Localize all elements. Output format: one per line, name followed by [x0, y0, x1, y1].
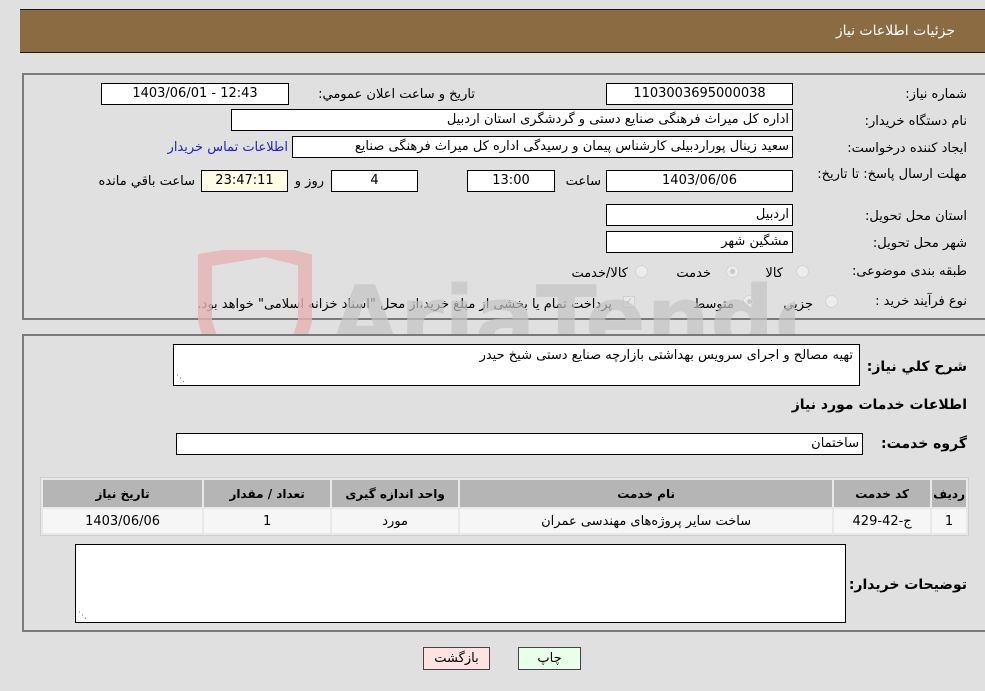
- service-group-field[interactable]: ساختمان: [176, 433, 863, 455]
- page-header: جزئیات اطلاعات نیاز: [20, 9, 985, 53]
- need-number-label: شماره نیاز:: [905, 87, 967, 102]
- purchase-type-radio-medium[interactable]: [743, 295, 756, 308]
- buyer-org-field[interactable]: اداره کل میراث فرهنگی صنایع دستی و گردشگ…: [231, 109, 793, 131]
- page-title: جزئیات اطلاعات نیاز: [835, 23, 955, 39]
- purchase-type-label: نوع فرآيند خريد :: [875, 294, 967, 309]
- category-label: طبقه بندی موضوعی:: [851, 264, 967, 279]
- description-textarea[interactable]: تهیه مصالح و اجرای سرویس بهداشتی بازارچه…: [173, 344, 860, 386]
- col-row-number: رديف: [932, 480, 966, 507]
- category-option-goods-service: کالا/خدمت: [571, 266, 628, 281]
- remaining-days-field: 4: [331, 170, 418, 192]
- announce-datetime-field[interactable]: 1403/06/01 - 12:43: [101, 83, 289, 105]
- table-row: 1 ج-42-429 ساخت سایر پروژه‌های مهندسی عم…: [43, 509, 966, 533]
- description-label: شرح کلي نياز:: [866, 359, 967, 375]
- col-need-date: تاريخ نياز: [43, 480, 203, 507]
- creator-field[interactable]: سعید زینال پوراردبیلی کارشناس پیمان و رس…: [292, 136, 793, 158]
- cell-quantity: 1: [204, 509, 331, 533]
- resize-grip-icon[interactable]: ⋱: [78, 612, 87, 621]
- table-header-row: رديف کد خدمت نام خدمت واحد اندازه گيری ت…: [43, 480, 966, 507]
- remaining-label: ساعت باقي مانده: [98, 174, 195, 189]
- deadline-date-field[interactable]: 1403/06/06: [606, 170, 793, 192]
- cell-need-date: 1403/06/06: [43, 509, 203, 533]
- purchase-type-option-minor: جزيي: [783, 297, 813, 312]
- treasury-note: پرداخت تمام یا بخشی از مبلغ خرید،از محل …: [197, 297, 612, 312]
- col-quantity: تعداد / مقدار: [204, 480, 331, 507]
- cell-unit: مورد: [332, 509, 459, 533]
- buyer-notes-textarea[interactable]: ⋱: [75, 544, 846, 623]
- description-text: تهیه مصالح و اجرای سرویس بهداشتی بازارچه…: [479, 348, 853, 363]
- col-service-code: کد خدمت: [834, 480, 931, 507]
- category-radio-goods-service[interactable]: [635, 265, 648, 278]
- days-label: روز و: [294, 174, 324, 189]
- cell-row-number: 1: [932, 509, 966, 533]
- category-radio-service[interactable]: [726, 265, 739, 278]
- category-option-goods: کالا: [765, 266, 783, 281]
- col-service-name: نام خدمت: [460, 480, 833, 507]
- deadline-label: مهلت ارسال پاسخ: تا تاریخ:: [817, 167, 967, 182]
- need-number-field[interactable]: 1103003695000038: [606, 83, 793, 105]
- purchase-type-radio-minor[interactable]: [825, 295, 838, 308]
- category-option-service: خدمت: [676, 266, 711, 281]
- services-table: رديف کد خدمت نام خدمت واحد اندازه گيری ت…: [40, 477, 969, 536]
- service-group-label: گروه خدمت:: [881, 436, 967, 452]
- buyer-org-label: نام دستگاه خريدار:: [864, 114, 967, 129]
- resize-grip-icon[interactable]: ⋱: [176, 375, 185, 384]
- remaining-time-field: 23:47:11: [201, 170, 288, 192]
- delivery-city-field[interactable]: مشگین شهر: [606, 231, 793, 253]
- delivery-city-label: شهر محل تحويل:: [872, 236, 967, 251]
- back-button[interactable]: بازگشت: [423, 647, 490, 670]
- announce-datetime-label: تاریخ و ساعت اعلان عمومي:: [318, 87, 475, 102]
- deadline-time-label: ساعت: [565, 174, 601, 189]
- delivery-province-field[interactable]: اردبیل: [606, 204, 793, 226]
- deadline-time-field[interactable]: 13:00: [467, 170, 555, 192]
- category-radio-goods[interactable]: [796, 265, 809, 278]
- treasury-checkbox[interactable]: ✓: [623, 296, 635, 308]
- delivery-province-label: استان محل تحويل:: [865, 209, 967, 224]
- services-heading: اطلاعات خدمات مورد نياز: [791, 397, 967, 413]
- creator-label: ايجاد کننده درخواست:: [847, 141, 967, 156]
- cell-service-code: ج-42-429: [834, 509, 931, 533]
- purchase-type-option-medium: متوسط: [693, 297, 734, 312]
- print-button[interactable]: چاپ: [518, 647, 581, 670]
- buyer-contact-link[interactable]: اطلاعات تماس خريدار: [168, 140, 288, 155]
- buyer-notes-label: توضيحات خريدار:: [848, 577, 967, 593]
- cell-service-name: ساخت سایر پروژه‌های مهندسی عمران: [460, 509, 833, 533]
- col-unit: واحد اندازه گيری: [332, 480, 459, 507]
